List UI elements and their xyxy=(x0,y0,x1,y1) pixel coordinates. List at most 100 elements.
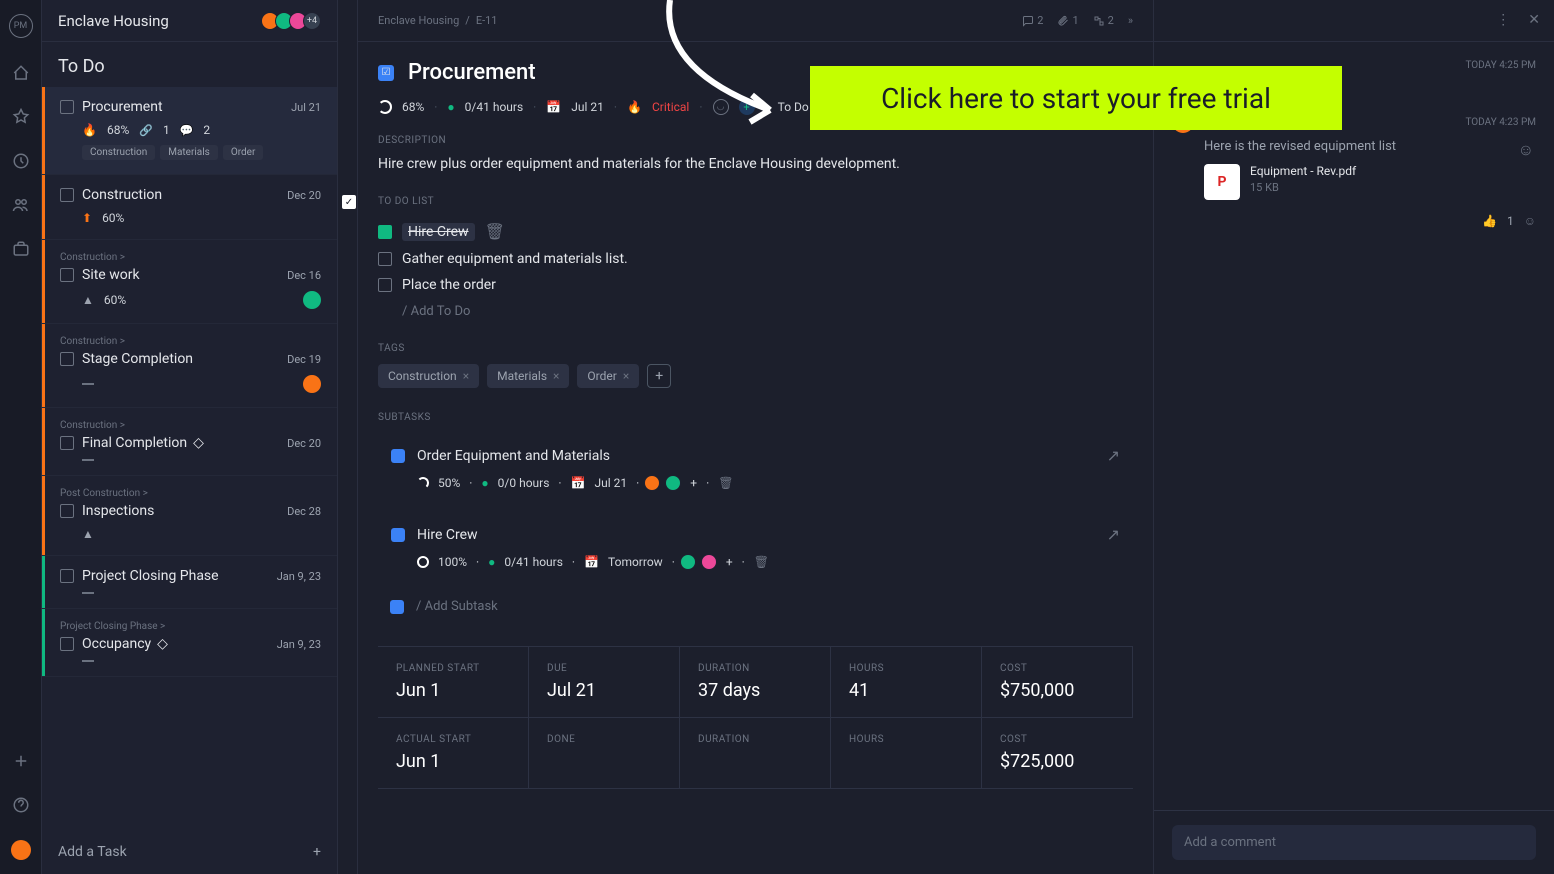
add-subtask-button[interactable]: / Add Subtask xyxy=(378,591,1133,622)
attachments-count[interactable]: 1 xyxy=(1057,14,1078,27)
subtask-item[interactable]: Hire Crew↗ 100%·●0/41 hours·📅Tomorrow·+·… xyxy=(378,512,1133,583)
task-card-final-completion[interactable]: Construction > Final Completion ◇Dec 20 xyxy=(42,408,337,476)
reactions[interactable]: 👍1 ☺ xyxy=(1172,214,1536,228)
assignee-avatar[interactable] xyxy=(303,375,321,393)
detail-panel: Enclave Housing/E-11 2 1 2 » ☑ Procureme… xyxy=(358,0,1554,874)
todo-checkbox[interactable] xyxy=(378,278,392,292)
task-card-construction[interactable]: ConstructionDec 20 ⬆60% xyxy=(42,175,337,240)
peek-column: ✓ xyxy=(338,0,358,874)
expand-icon[interactable]: » xyxy=(1128,14,1133,27)
tag-chip[interactable]: Order× xyxy=(577,364,639,388)
home-icon[interactable] xyxy=(12,64,30,82)
emoji-icon[interactable]: ☺ xyxy=(1518,140,1534,160)
task-card-stage-completion[interactable]: Construction > Stage CompletionDec 19 xyxy=(42,324,337,408)
task-checkbox[interactable] xyxy=(60,100,74,114)
progress-ring-icon xyxy=(378,100,392,114)
description-text[interactable]: Hire crew plus order equipment and mater… xyxy=(378,156,1133,172)
checked-icon: ✓ xyxy=(342,195,356,209)
todo-checkbox[interactable] xyxy=(378,225,392,239)
comments-count[interactable]: 2 xyxy=(1022,14,1043,27)
stat-cost2: COST$725,000 xyxy=(982,718,1133,789)
todo-item[interactable]: Gather equipment and materials list. xyxy=(378,246,1133,272)
todo-item[interactable]: Hire Crew🗑 xyxy=(378,217,1133,246)
add-assignee-button[interactable]: + xyxy=(690,476,697,490)
comment-icon: 💬 xyxy=(180,124,194,137)
subtasks-list: Order Equipment and Materials↗ 50%·●0/0 … xyxy=(378,433,1133,622)
diamond-icon: ◇ xyxy=(157,636,168,652)
open-icon[interactable]: ↗ xyxy=(1107,446,1120,465)
open-icon[interactable]: ↗ xyxy=(1107,525,1120,544)
window-controls: ⋮ ✕ xyxy=(1496,12,1540,28)
add-todo-button[interactable]: / Add To Do xyxy=(402,304,1133,319)
trash-icon[interactable]: 🗑 xyxy=(754,555,769,569)
calendar-icon: 📅 xyxy=(584,555,599,569)
task-checkbox[interactable] xyxy=(60,188,74,202)
breadcrumb[interactable]: Enclave Housing/E-11 xyxy=(378,14,497,27)
help-icon[interactable] xyxy=(12,796,30,814)
briefcase-icon[interactable] xyxy=(12,240,30,258)
emoji-icon[interactable]: ☺ xyxy=(1524,214,1536,228)
trash-icon[interactable]: 🗑 xyxy=(718,476,733,490)
project-header: Enclave Housing +4 xyxy=(42,0,337,42)
activity-icon[interactable] xyxy=(12,108,30,126)
progress-ring-icon xyxy=(417,556,429,568)
stat-hours2: HOURS xyxy=(831,718,982,789)
comment-input[interactable] xyxy=(1172,825,1536,860)
subtask-item[interactable]: Order Equipment and Materials↗ 50%·●0/0 … xyxy=(378,433,1133,504)
remove-tag-icon[interactable]: × xyxy=(463,369,469,383)
task-checkbox[interactable] xyxy=(60,268,74,282)
add-assignee-button[interactable]: + xyxy=(726,555,733,569)
people-icon[interactable] xyxy=(12,196,30,214)
add-task-button[interactable]: Add a Task + xyxy=(42,830,337,874)
subtask-icon xyxy=(391,528,405,542)
more-icon[interactable]: ⋮ xyxy=(1496,12,1510,28)
stats-grid: PLANNED STARTJun 1 DUEJul 21 DURATION37 … xyxy=(378,646,1133,789)
todo-label: TO DO LIST xyxy=(378,196,1133,207)
task-checkbox[interactable] xyxy=(60,504,74,518)
task-card-occupancy[interactable]: Project Closing Phase > Occupancy ◇Jan 9… xyxy=(42,609,337,677)
tags-label: TAGS xyxy=(378,343,1133,354)
cta-banner[interactable]: Click here to start your free trial xyxy=(810,66,1342,130)
project-avatars[interactable]: +4 xyxy=(265,12,321,30)
task-checkbox[interactable] xyxy=(60,436,74,450)
progress-icon: ▲ xyxy=(82,527,94,541)
tag-row: Construction× Materials× Order× + xyxy=(378,364,1133,388)
progress-up-icon: ⬆ xyxy=(82,211,92,225)
user-avatar[interactable] xyxy=(11,840,31,860)
attachment[interactable]: P Equipment - Rev.pdf 15 KB xyxy=(1204,164,1536,200)
task-checkbox[interactable] xyxy=(60,637,74,651)
progress-ring-icon xyxy=(417,477,429,489)
link-icon: 🔗 xyxy=(139,124,153,137)
task-checkbox[interactable] xyxy=(60,352,74,366)
todo-list: Hire Crew🗑 Gather equipment and material… xyxy=(378,217,1133,319)
tag-chip[interactable]: Construction× xyxy=(378,364,479,388)
remove-tag-icon[interactable]: × xyxy=(553,369,559,383)
add-tag-button[interactable]: + xyxy=(647,364,671,388)
assignee-avatar[interactable] xyxy=(303,291,321,309)
task-card-site-work[interactable]: Construction > Site workDec 16 ▲60% xyxy=(42,240,337,324)
task-card-procurement[interactable]: ProcurementJul 21 🔥68%🔗1💬2 ConstructionM… xyxy=(42,87,337,175)
clock-icon[interactable] xyxy=(12,152,30,170)
task-checkbox[interactable] xyxy=(60,569,74,583)
app-logo[interactable]: PM xyxy=(9,14,33,38)
stat-done: DONE xyxy=(529,718,680,789)
subtask-icon xyxy=(391,449,405,463)
dash-icon xyxy=(82,592,94,594)
dash-icon xyxy=(82,459,94,461)
task-card-project-closing[interactable]: Project Closing PhaseJan 9, 23 xyxy=(42,556,337,609)
todo-checkbox[interactable] xyxy=(378,252,392,266)
remove-tag-icon[interactable]: × xyxy=(623,369,629,383)
thumbs-up-icon[interactable]: 👍 xyxy=(1482,214,1497,228)
calendar-icon: 📅 xyxy=(571,476,586,490)
task-type-icon: ☑ xyxy=(378,65,394,81)
stat-planned-start: PLANNED STARTJun 1 xyxy=(378,647,529,718)
trash-icon[interactable]: 🗑 xyxy=(485,222,505,241)
tag-chip[interactable]: Materials× xyxy=(487,364,569,388)
stat-duration: DURATION37 days xyxy=(680,647,831,718)
task-tags: ConstructionMaterialsOrder xyxy=(82,145,321,160)
plus-icon[interactable] xyxy=(12,752,30,770)
todo-item[interactable]: Place the order xyxy=(378,272,1133,298)
task-card-inspections[interactable]: Post Construction > InspectionsDec 28 ▲ xyxy=(42,476,337,556)
close-icon[interactable]: ✕ xyxy=(1528,12,1540,28)
subtasks-count[interactable]: 2 xyxy=(1093,14,1114,27)
